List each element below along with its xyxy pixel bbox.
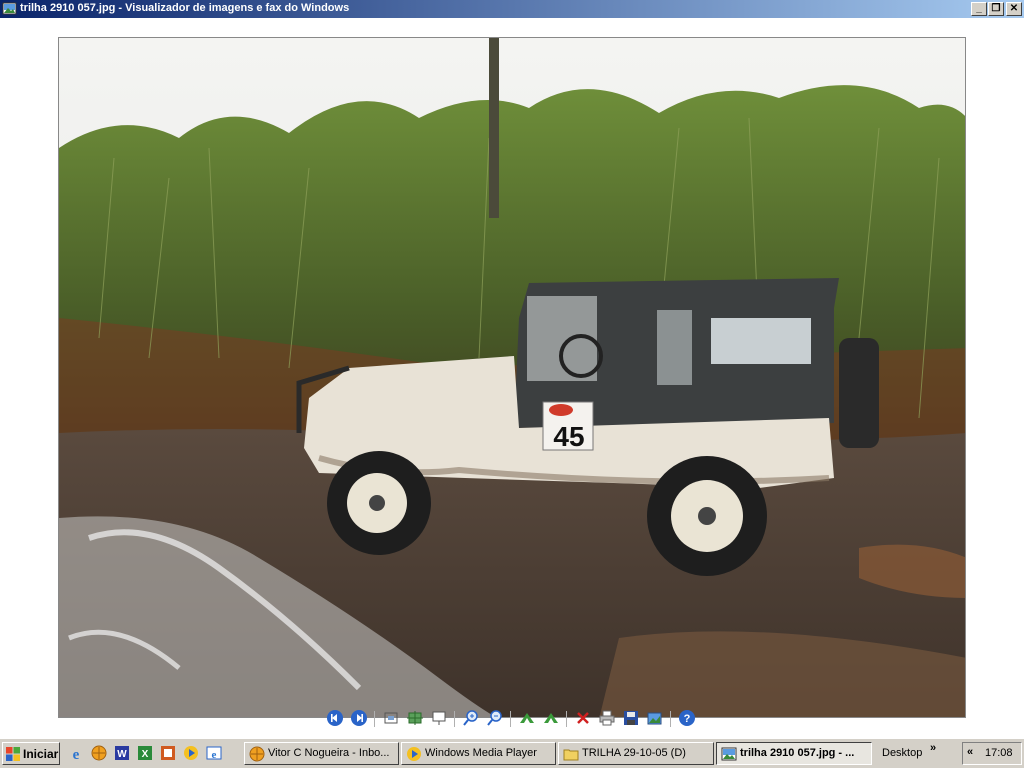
photo-jeep-trail: 45	[58, 37, 966, 718]
task-label: TRILHA 29-10-05 (D)	[582, 747, 686, 759]
media-player-icon[interactable]	[183, 745, 199, 761]
title-bar[interactable]: trilha 2910 057.jpg - Visualizador de im…	[0, 0, 1024, 18]
word-icon[interactable]: W	[114, 745, 130, 761]
actual-size-icon[interactable]	[406, 709, 424, 727]
desktop-toolbar-label[interactable]: Desktop	[882, 747, 922, 759]
photo-illustration: 45	[59, 38, 965, 717]
media-player-icon	[407, 747, 421, 761]
help-icon[interactable]: ?	[678, 709, 696, 727]
image-viewer-icon	[721, 747, 737, 761]
slideshow-icon[interactable]	[430, 709, 448, 727]
taskbar: Iniciar e W X e Vitor C Nogueira - Inbo.…	[0, 738, 1024, 768]
zoom-out-icon[interactable]	[486, 709, 504, 727]
task-folder[interactable]: TRILHA 29-10-05 (D)	[558, 742, 714, 765]
task-label: Windows Media Player	[425, 747, 537, 759]
powerpoint-icon[interactable]	[160, 745, 176, 761]
toolbar-separator	[374, 711, 375, 727]
desktop-chevron-icon[interactable]: »	[930, 742, 936, 754]
image-viewer-canvas: 45	[0, 18, 1024, 736]
start-label: Iniciar	[23, 747, 59, 761]
toolbar-separator	[510, 711, 511, 727]
excel-icon[interactable]: X	[137, 745, 153, 761]
clock[interactable]: 17:08	[985, 747, 1013, 759]
window-title: trilha 2910 057.jpg - Visualizador de im…	[20, 2, 350, 14]
close-button[interactable]: ✕	[1006, 2, 1022, 16]
svg-text:e: e	[73, 747, 80, 761]
best-fit-icon[interactable]	[382, 709, 400, 727]
system-tray: « 17:08	[962, 742, 1022, 765]
show-hidden-icons-icon[interactable]: «	[967, 746, 973, 758]
next-image-icon[interactable]	[350, 709, 368, 727]
save-icon[interactable]	[622, 709, 640, 727]
svg-text:X: X	[142, 749, 149, 760]
toolbar-separator	[670, 711, 671, 727]
open-for-editing-icon[interactable]	[646, 709, 664, 727]
task-outlook[interactable]: Vitor C Nogueira - Inbo...	[244, 742, 399, 765]
svg-text:e: e	[212, 749, 217, 761]
image-viewer-icon	[2, 2, 17, 15]
windows-logo-icon	[6, 747, 20, 761]
start-button[interactable]: Iniciar	[2, 742, 60, 765]
task-label: Vitor C Nogueira - Inbo...	[268, 747, 390, 759]
outlook-icon[interactable]	[91, 745, 107, 761]
toolbar-separator	[454, 711, 455, 727]
svg-text:?: ?	[684, 713, 691, 725]
zoom-in-icon[interactable]	[462, 709, 480, 727]
rotate-clockwise-icon[interactable]	[518, 709, 536, 727]
svg-text:W: W	[117, 749, 127, 760]
minimize-button[interactable]: _	[971, 2, 987, 16]
ie-alt-icon[interactable]: e	[206, 745, 222, 761]
outlook-icon	[249, 746, 265, 762]
previous-image-icon[interactable]	[326, 709, 344, 727]
task-image-viewer[interactable]: trilha 2910 057.jpg - ...	[716, 742, 872, 765]
task-label: trilha 2910 057.jpg - ...	[740, 747, 855, 759]
rotate-counterclockwise-icon[interactable]	[542, 709, 560, 727]
ie-icon[interactable]: e	[68, 745, 84, 761]
folder-icon	[563, 749, 579, 761]
print-icon[interactable]	[598, 709, 616, 727]
delete-icon[interactable]	[574, 709, 592, 727]
task-media-player[interactable]: Windows Media Player	[401, 742, 556, 765]
restore-button[interactable]: ❐	[988, 2, 1004, 16]
toolbar-separator	[566, 711, 567, 727]
race-number: 45	[553, 421, 584, 452]
